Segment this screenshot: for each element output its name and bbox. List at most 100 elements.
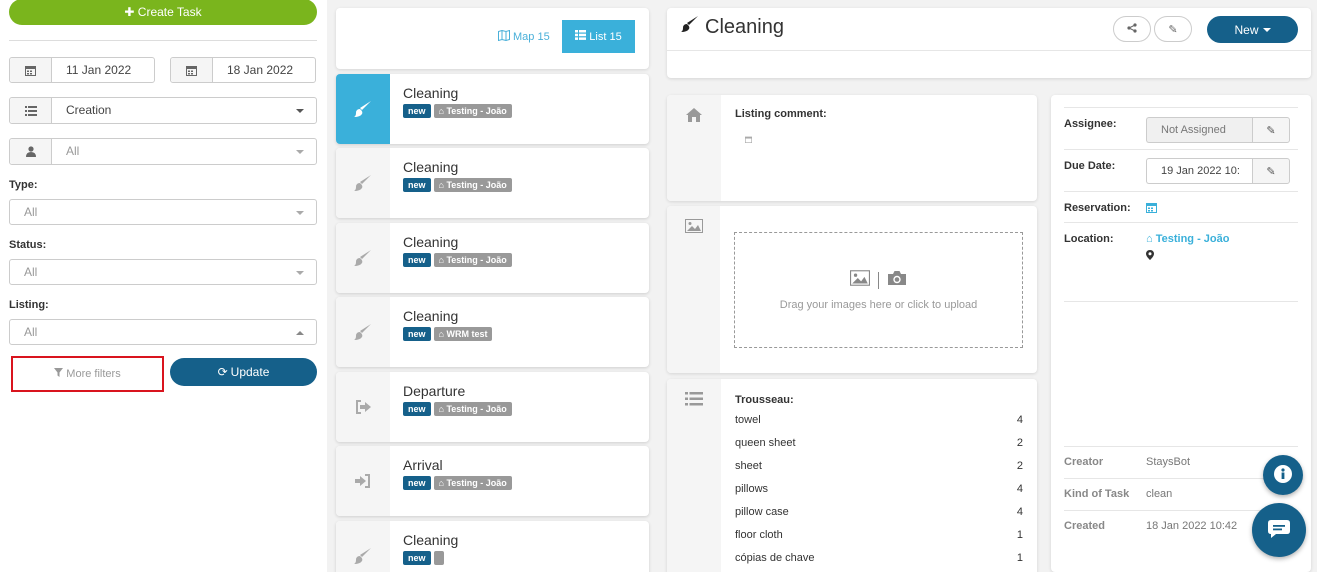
list-item: pillow case 4 (735, 506, 1023, 518)
chat-icon (1268, 519, 1290, 541)
home-icon: ⌂ (438, 105, 444, 116)
type-label: Type: (9, 179, 38, 191)
task-item[interactable]: Cleaning new (336, 520, 649, 572)
listing-badge: ⌂ Testing - João (433, 401, 512, 416)
list-icon (10, 98, 52, 123)
edit-assignee-button[interactable]: ✎ (1252, 117, 1290, 143)
assignee-row: Assignee: Not Assigned ✎ (1064, 108, 1298, 150)
location-link[interactable]: ⌂ Testing - João (1146, 233, 1229, 245)
map-marker-icon (1146, 249, 1229, 263)
list-icon (667, 379, 721, 572)
user-select[interactable]: All (9, 138, 317, 165)
task-list-column: Map 15 List 15 Cleaning new ⌂ Testing - … (336, 8, 649, 572)
home-icon: ⌂ (1146, 233, 1153, 245)
home-icon: ⌂ (438, 478, 444, 488)
page-title: Cleaning (681, 15, 784, 39)
sort-select[interactable]: Creation (9, 97, 317, 124)
divider (667, 50, 1311, 51)
pencil-icon: ✎ (1168, 23, 1178, 36)
list-icon (575, 30, 587, 43)
update-button[interactable]: ⟳ Update (170, 358, 317, 386)
task-item[interactable]: Cleaning new ⌂ Testing - João (336, 222, 649, 293)
listing-badge: ⌂ Testing - João (433, 103, 512, 118)
date-from-field[interactable]: 11 Jan 2022 (9, 57, 155, 83)
status-badge: new (403, 550, 431, 565)
edit-due-date-button[interactable]: ✎ (1252, 158, 1290, 184)
share-button[interactable] (1113, 16, 1151, 42)
listing-badge: ⌂ Testing - João (433, 476, 512, 490)
trousseau-list: towel 4 queen sheet 2 sheet 2 pillows 4 pill… (735, 414, 1023, 564)
divider (878, 271, 879, 289)
more-filters-button[interactable]: More filters (11, 356, 164, 392)
task-item[interactable]: Cleaning new ⌂ Testing - João (336, 73, 649, 144)
status-badge: new (403, 401, 431, 416)
brush-icon (336, 73, 390, 144)
status-select[interactable]: All (9, 259, 317, 285)
task-item[interactable]: Cleaning new ⌂ WRM test (336, 297, 649, 367)
status-badge: new (403, 327, 431, 341)
calendar-icon[interactable] (1146, 202, 1157, 222)
home-icon: ⌂ (438, 180, 444, 190)
map-icon (498, 29, 510, 44)
edit-button[interactable]: ✎ (1154, 16, 1192, 42)
image-icon (850, 269, 870, 291)
task-item[interactable]: Cleaning new ⌂ Testing - João (336, 148, 649, 218)
assignee-field[interactable]: Not Assigned (1146, 117, 1252, 143)
home-icon: ⌂ (438, 403, 444, 414)
brush-icon (336, 222, 390, 293)
listing-comment-card: Listing comment: (667, 95, 1037, 201)
listing-badge: ⌂ Testing - João (433, 252, 512, 267)
new-button[interactable]: New (1207, 16, 1298, 43)
caret-down-icon (296, 109, 304, 113)
caret-down-icon (296, 271, 304, 275)
home-icon: ⌂ (438, 329, 444, 339)
listing-badge (433, 550, 444, 565)
listing-badge: ⌂ WRM test (433, 327, 493, 341)
info-button[interactable] (1263, 455, 1303, 495)
image-dropzone[interactable]: Drag your images here or click to upload (734, 232, 1023, 348)
trousseau-card: Trousseau: towel 4 queen sheet 2 sheet 2 pi… (667, 379, 1037, 572)
brush-icon (336, 297, 390, 367)
image-icon (667, 206, 720, 373)
listing-label: Listing: (9, 299, 49, 311)
kind-row: Kind of Task clean (1064, 479, 1298, 511)
date-to-field[interactable]: 18 Jan 2022 (170, 57, 316, 83)
share-icon (1127, 22, 1137, 36)
task-item[interactable]: Departure new ⌂ Testing - João (336, 371, 649, 442)
task-info-panel: Assignee: Not Assigned ✎ Due Date: 19 Ja… (1051, 95, 1311, 572)
date-range: 11 Jan 2022 18 Jan 2022 (9, 57, 317, 83)
type-select[interactable]: All (9, 199, 317, 225)
calendar-icon (745, 132, 1023, 146)
caret-up-icon (296, 331, 304, 335)
list-item: pillows 4 (735, 483, 1023, 495)
list-view-button[interactable]: List 15 (562, 20, 635, 53)
due-date-field[interactable]: 19 Jan 2022 10: (1146, 158, 1252, 184)
list-item: floor cloth 1 (735, 529, 1023, 541)
status-badge: new (403, 252, 431, 267)
task-item[interactable]: Arrival new ⌂ Testing - João (336, 446, 649, 516)
user-icon (10, 139, 52, 164)
view-toggle: Map 15 List 15 (336, 8, 649, 69)
map-view-link[interactable]: Map 15 (498, 29, 550, 44)
image-upload-card: Drag your images here or click to upload (667, 206, 1037, 373)
chat-button[interactable] (1252, 503, 1306, 557)
status-badge: new (403, 476, 431, 490)
create-task-button[interactable]: ✚ Create Task (9, 0, 317, 25)
calendar-icon (10, 58, 52, 82)
calendar-icon (171, 58, 213, 82)
status-badge: new (403, 103, 431, 118)
list-item: cópias de chave 1 (735, 552, 1023, 564)
divider (9, 40, 317, 41)
caret-down-icon (296, 211, 304, 215)
filter-actions: More filters ⟳ Update (9, 356, 317, 392)
due-date-row: Due Date: 19 Jan 2022 10: ✎ (1064, 150, 1298, 192)
status-label: Status: (9, 239, 47, 251)
list-item: towel 4 (735, 414, 1023, 426)
pencil-icon: ✎ (1266, 124, 1276, 137)
location-row: Location: ⌂ Testing - João (1064, 223, 1298, 302)
filter-panel: ✚ Create Task 11 Jan 2022 18 Jan 2022 Cr… (0, 0, 327, 572)
home-icon (667, 95, 721, 201)
brush-icon (681, 15, 699, 39)
listing-select[interactable]: All (9, 319, 317, 345)
info-icon (1274, 464, 1292, 486)
